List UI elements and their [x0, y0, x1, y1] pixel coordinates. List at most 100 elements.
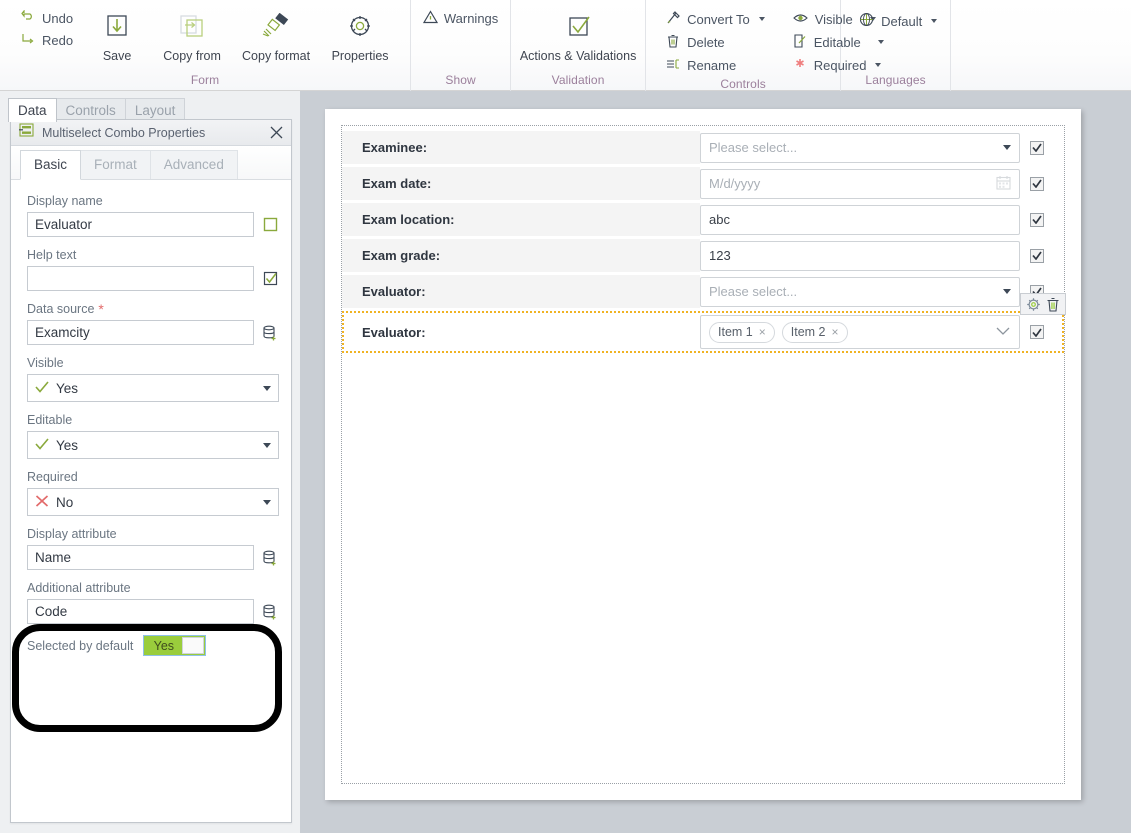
exam-location-input[interactable]: abc — [700, 204, 1020, 235]
rename-button[interactable]: Rename — [662, 54, 771, 76]
selected-by-default-label: Selected by default — [27, 638, 134, 653]
copy-from-button[interactable]: Copy from — [150, 4, 234, 63]
save-icon — [102, 8, 132, 48]
warnings-label: Warnings — [443, 11, 499, 26]
ribbon-group-languages: Default Languages — [841, 0, 952, 91]
selected-by-default-row: Selected by default Yes — [27, 635, 279, 656]
ribbon-group-show: Warnings Show — [411, 0, 512, 91]
redo-icon — [21, 32, 36, 48]
additional-attribute-value: Code — [35, 604, 68, 619]
data-source-input[interactable]: Examcity — [27, 320, 254, 345]
display-name-label: Display name — [27, 194, 103, 208]
chevron-down-icon[interactable] — [931, 19, 938, 23]
default-language-button[interactable]: Default — [855, 10, 943, 32]
table-row[interactable]: Exam location: abc — [342, 203, 1064, 236]
display-attribute-input[interactable]: Name — [27, 545, 254, 570]
visible-value: Yes — [56, 380, 79, 396]
chevron-down-icon[interactable] — [758, 17, 765, 21]
tag-chip[interactable]: Item 2 × — [781, 321, 848, 343]
editable-value: Yes — [56, 437, 79, 453]
display-name-input[interactable]: Evaluator — [27, 212, 254, 237]
chevron-down-icon[interactable] — [263, 442, 271, 448]
exam-grade-input[interactable]: 123 — [700, 240, 1020, 271]
evaluator-select[interactable]: Please select... — [700, 276, 1020, 307]
actions-validations-button[interactable]: Actions & Validations — [519, 4, 637, 63]
calendar-icon[interactable] — [996, 175, 1011, 193]
ribbon-filler — [951, 0, 1131, 91]
cross-icon — [35, 494, 49, 510]
selected-by-default-toggle[interactable]: Yes — [143, 635, 207, 656]
table-row[interactable]: Exam grade: 123 — [342, 239, 1064, 272]
copy-from-icon — [176, 8, 208, 48]
ribbon-group-validation: Actions & Validations Validation — [511, 0, 647, 91]
convert-to-button[interactable]: Convert To — [662, 8, 771, 30]
database-add-icon[interactable] — [261, 323, 279, 343]
close-icon[interactable] — [265, 122, 287, 144]
form-design-canvas: Examinee: Please select... Exam date: M/… — [300, 91, 1131, 833]
row-checkbox[interactable] — [1030, 248, 1044, 263]
copy-from-label: Copy from — [163, 49, 221, 63]
tag-label: Item 2 — [790, 325, 826, 339]
empty-checkbox-icon[interactable] — [261, 215, 279, 235]
chevron-down-icon[interactable] — [263, 499, 271, 505]
ribbon-group-title-form: Form — [190, 73, 220, 87]
trash-icon[interactable] — [1044, 295, 1062, 313]
undo-button[interactable]: Undo — [16, 8, 78, 28]
required-select[interactable]: No — [27, 488, 279, 516]
exam-date-input[interactable]: M/d/yyyy — [700, 168, 1020, 199]
row-checkbox[interactable] — [1030, 176, 1044, 191]
chevron-down-icon[interactable] — [1003, 289, 1011, 294]
ribbon-group-controls: Convert To Delete Rename Visible Editabl… — [646, 0, 884, 91]
evaluator-multiselect[interactable]: Item 1 × Item 2 × — [700, 315, 1020, 349]
tag-remove-icon[interactable]: × — [759, 325, 766, 339]
table-row[interactable]: Exam date: M/d/yyyy — [342, 167, 1064, 200]
row-checkbox[interactable] — [1030, 212, 1044, 227]
subtab-format[interactable]: Format — [80, 150, 151, 179]
examinee-select[interactable]: Please select... — [700, 132, 1020, 163]
ribbon-group-title-validation: Validation — [551, 73, 605, 87]
database-add-icon[interactable] — [261, 602, 279, 622]
gear-icon — [345, 8, 375, 48]
row-checkbox[interactable] — [1030, 140, 1044, 155]
panel-tab-data[interactable]: Data — [8, 98, 57, 122]
editable-select[interactable]: Yes — [27, 431, 279, 459]
display-attribute-label: Display attribute — [27, 527, 117, 541]
panel-tab-controls-label: Controls — [65, 103, 116, 118]
rename-label: Rename — [687, 57, 737, 73]
additional-attribute-label: Additional attribute — [27, 581, 131, 595]
chevron-down-icon[interactable] — [1003, 145, 1011, 150]
subtab-advanced[interactable]: Advanced — [149, 150, 238, 179]
additional-attribute-input[interactable]: Code — [27, 599, 254, 624]
help-text-input[interactable] — [27, 266, 254, 291]
save-button[interactable]: Save — [84, 4, 150, 63]
redo-button[interactable]: Redo — [16, 30, 78, 50]
help-text-label: Help text — [27, 248, 77, 262]
checked-checkbox-icon[interactable] — [261, 269, 279, 289]
delete-button[interactable]: Delete — [662, 31, 771, 53]
properties-button[interactable]: Properties — [318, 4, 402, 63]
visible-label: Visible — [27, 356, 64, 370]
copy-format-button[interactable]: Copy format — [234, 4, 318, 63]
tag-chip[interactable]: Item 1 × — [709, 321, 775, 343]
chevron-down-icon[interactable] — [995, 323, 1011, 341]
exam-location-value: abc — [709, 212, 730, 227]
row-checkbox[interactable] — [1030, 325, 1044, 339]
table-row[interactable]: Evaluator: Item 1 × Item 2 × — [342, 311, 1064, 353]
table-row[interactable]: Evaluator: Please select... — [342, 275, 1064, 308]
tag-remove-icon[interactable]: × — [832, 325, 839, 339]
database-add-icon[interactable] — [261, 548, 279, 568]
properties-form: Display name Evaluator Help text Data so… — [11, 180, 291, 822]
chevron-down-icon[interactable] — [263, 385, 271, 391]
ribbon-group-title-show: Show — [445, 73, 476, 87]
editable-label: Editable — [27, 413, 73, 427]
table-row[interactable]: Examinee: Please select... — [342, 131, 1064, 164]
subtab-basic[interactable]: Basic — [20, 150, 82, 180]
globe-icon — [859, 12, 874, 30]
data-source-value: Examcity — [35, 325, 90, 340]
gear-icon[interactable] — [1024, 295, 1042, 313]
panel-tab-data-label: Data — [18, 103, 47, 118]
check-icon — [35, 380, 49, 396]
visible-select[interactable]: Yes — [27, 374, 279, 402]
selected-by-default-value: Yes — [153, 638, 175, 653]
warnings-button[interactable]: Warnings — [418, 8, 503, 29]
